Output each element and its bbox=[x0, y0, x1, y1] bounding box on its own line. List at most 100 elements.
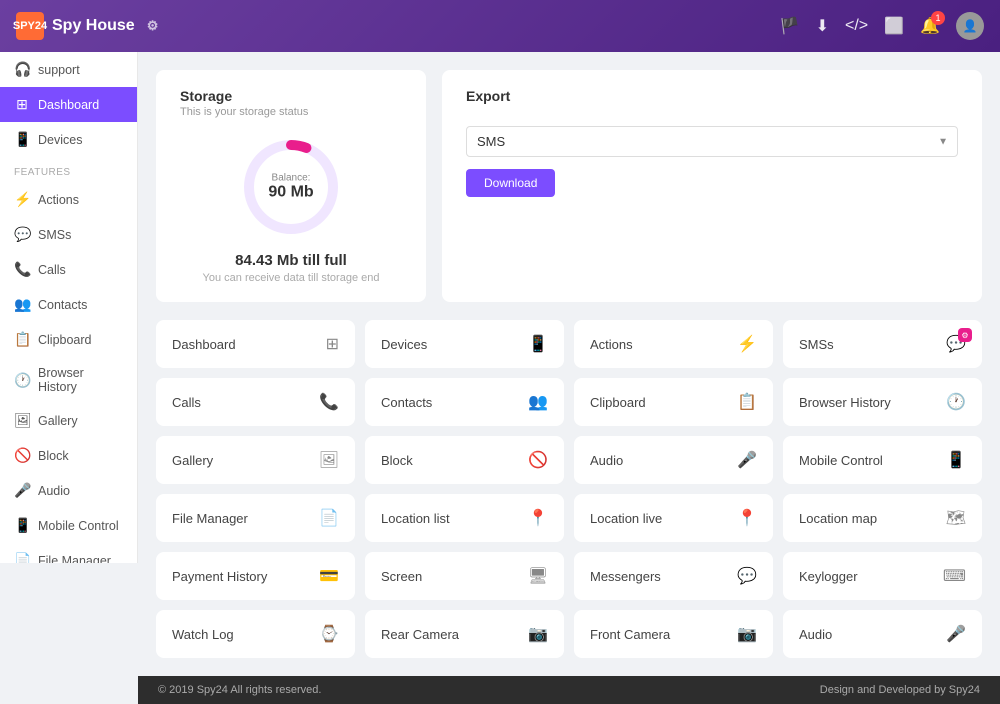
notification-bell[interactable]: 🔔 1 bbox=[920, 16, 940, 36]
sidebar-item-actions[interactable]: ⚡ Actions bbox=[0, 182, 137, 217]
sidebar-item-file-manager[interactable]: 📄 File Manager bbox=[0, 543, 137, 563]
code-icon[interactable]: </> bbox=[845, 17, 868, 35]
grid-icon-devices: 📱 bbox=[528, 334, 548, 354]
grid-label-dashboard: Dashboard bbox=[172, 337, 236, 352]
storage-title: Storage bbox=[180, 88, 402, 104]
grid-label-keylogger: Keylogger bbox=[799, 569, 858, 584]
sidebar-item-browser-history[interactable]: 🕐 Browser History bbox=[0, 357, 137, 403]
grid-card-front-camera[interactable]: Front Camera 📷 bbox=[574, 610, 773, 658]
grid-card-location-list[interactable]: Location list 📍 bbox=[365, 494, 564, 542]
grid-card-dashboard[interactable]: Dashboard ⊞ bbox=[156, 320, 355, 368]
grid-label-gallery: Gallery bbox=[172, 453, 213, 468]
app-title: Spy House bbox=[52, 17, 135, 35]
grid-card-rear-camera[interactable]: Rear Camera 📷 bbox=[365, 610, 564, 658]
sidebar-item-block[interactable]: 🚫 Block bbox=[0, 438, 137, 473]
sidebar-item-contacts[interactable]: 👥 Contacts bbox=[0, 287, 137, 322]
sidebar-item-mobile-control[interactable]: 📱 Mobile Control bbox=[0, 508, 137, 543]
grid-card-watch-log[interactable]: Watch Log ⌚ bbox=[156, 610, 355, 658]
grid-card-audio[interactable]: Audio 🎤 bbox=[574, 436, 773, 484]
grid-icon-location-list: 📍 bbox=[528, 508, 548, 528]
grid-card-mobile-control[interactable]: Mobile Control 📱 bbox=[783, 436, 982, 484]
grid-icon-audio2: 🎤 bbox=[946, 624, 966, 644]
grid-label-calls: Calls bbox=[172, 395, 201, 410]
download-icon[interactable]: ⬇ bbox=[816, 16, 829, 36]
sidebar-item-clipboard[interactable]: 📋 Clipboard bbox=[0, 322, 137, 357]
sidebar-label-clipboard: Clipboard bbox=[38, 333, 92, 347]
app-gear-icon[interactable]: ⚙ bbox=[147, 18, 159, 34]
file-manager-icon: 📄 bbox=[14, 552, 30, 563]
grid-card-payment-history[interactable]: Payment History 💳 bbox=[156, 552, 355, 600]
grid-cards: Dashboard ⊞ Devices 📱 Actions ⚡ SMSs 💬 ⚙… bbox=[156, 320, 982, 658]
sidebar-item-dashboard[interactable]: ⊞ Dashboard bbox=[0, 87, 137, 122]
grid-card-devices[interactable]: Devices 📱 bbox=[365, 320, 564, 368]
grid-card-contacts[interactable]: Contacts 👥 bbox=[365, 378, 564, 426]
grid-card-messengers[interactable]: Messengers 💬 bbox=[574, 552, 773, 600]
app-logo[interactable]: SPY24 Spy House ⚙ bbox=[16, 12, 158, 40]
grid-icon-mobile-control: 📱 bbox=[946, 450, 966, 470]
grid-card-browser-history[interactable]: Browser History 🕐 bbox=[783, 378, 982, 426]
export-select-wrap: SMS Calls Contacts ▼ bbox=[466, 126, 958, 157]
sidebar-item-calls[interactable]: 📞 Calls bbox=[0, 252, 137, 287]
donut-chart: Balance: 90 Mb bbox=[236, 132, 346, 242]
sidebar-item-smss[interactable]: 💬 SMSs bbox=[0, 217, 137, 252]
grid-icon-keylogger: ⌨ bbox=[943, 566, 966, 586]
download-button[interactable]: Download bbox=[466, 169, 555, 197]
grid-label-mobile-control: Mobile Control bbox=[799, 453, 883, 468]
browser-history-icon: 🕐 bbox=[14, 372, 30, 389]
footer: © 2019 Spy24 All rights reserved. Design… bbox=[138, 676, 1000, 704]
grid-card-clipboard[interactable]: Clipboard 📋 bbox=[574, 378, 773, 426]
grid-icon-audio: 🎤 bbox=[737, 450, 757, 470]
grid-label-location-map: Location map bbox=[799, 511, 877, 526]
grid-label-clipboard: Clipboard bbox=[590, 395, 646, 410]
logo-icon: SPY24 bbox=[16, 12, 44, 40]
layout-icon[interactable]: ⬜ bbox=[884, 16, 904, 36]
grid-icon-gallery: 🖼 bbox=[319, 450, 339, 470]
storage-card: Storage This is your storage status Bala… bbox=[156, 70, 426, 302]
export-select[interactable]: SMS Calls Contacts bbox=[466, 126, 958, 157]
sidebar-item-support[interactable]: 🎧 support bbox=[0, 52, 137, 87]
grid-card-gallery[interactable]: Gallery 🖼 bbox=[156, 436, 355, 484]
audio-icon: 🎤 bbox=[14, 482, 30, 499]
grid-icon-messengers: 💬 bbox=[737, 566, 757, 586]
top-cards: Storage This is your storage status Bala… bbox=[156, 70, 982, 302]
mobile-control-icon: 📱 bbox=[14, 517, 30, 534]
grid-card-screen[interactable]: Screen 🖥 bbox=[365, 552, 564, 600]
grid-card-smss[interactable]: SMSs 💬 ⚙ bbox=[783, 320, 982, 368]
grid-card-calls[interactable]: Calls 📞 bbox=[156, 378, 355, 426]
sidebar-label-audio: Audio bbox=[38, 484, 70, 498]
grid-icon-block: 🚫 bbox=[528, 450, 548, 470]
grid-label-contacts: Contacts bbox=[381, 395, 432, 410]
grid-label-location-list: Location list bbox=[381, 511, 450, 526]
grid-label-messengers: Messengers bbox=[590, 569, 661, 584]
storage-chart: Balance: 90 Mb 84.43 Mb till full You ca… bbox=[180, 132, 402, 284]
grid-label-screen: Screen bbox=[381, 569, 422, 584]
storage-till-full: 84.43 Mb till full bbox=[235, 252, 347, 269]
grid-card-audio2[interactable]: Audio 🎤 bbox=[783, 610, 982, 658]
sms-icon: 💬 bbox=[14, 226, 30, 243]
flag-icon[interactable]: 🏴 bbox=[780, 16, 800, 36]
grid-card-actions[interactable]: Actions ⚡ bbox=[574, 320, 773, 368]
donut-center: Balance: 90 Mb bbox=[268, 173, 313, 202]
grid-icon-dashboard: ⊞ bbox=[326, 334, 339, 354]
sidebar-item-devices[interactable]: 📱 Devices bbox=[0, 122, 137, 157]
balance-value: 90 Mb bbox=[268, 184, 313, 202]
export-title: Export bbox=[466, 88, 958, 104]
grid-card-block[interactable]: Block 🚫 bbox=[365, 436, 564, 484]
headset-icon: 🎧 bbox=[14, 61, 30, 78]
grid-card-location-map[interactable]: Location map 🗺 bbox=[783, 494, 982, 542]
topnav-actions: 🏴 ⬇ </> ⬜ 🔔 1 👤 bbox=[780, 12, 984, 40]
sidebar-item-gallery[interactable]: 🖼 Gallery bbox=[0, 403, 137, 438]
grid-card-location-live[interactable]: Location live 📍 bbox=[574, 494, 773, 542]
sidebar-label-browser-history: Browser History bbox=[38, 366, 123, 394]
user-avatar[interactable]: 👤 bbox=[956, 12, 984, 40]
balance-label: Balance: bbox=[268, 173, 313, 184]
grid-icon-screen: 🖥 bbox=[528, 566, 548, 586]
grid-label-payment-history: Payment History bbox=[172, 569, 267, 584]
grid-card-keylogger[interactable]: Keylogger ⌨ bbox=[783, 552, 982, 600]
grid-icon-payment-history: 💳 bbox=[319, 566, 339, 586]
grid-label-devices: Devices bbox=[381, 337, 427, 352]
sidebar-item-audio[interactable]: 🎤 Audio bbox=[0, 473, 137, 508]
grid-label-audio2: Audio bbox=[799, 627, 832, 642]
grid-card-file-manager[interactable]: File Manager 📄 bbox=[156, 494, 355, 542]
main-content: Storage This is your storage status Bala… bbox=[138, 52, 1000, 676]
